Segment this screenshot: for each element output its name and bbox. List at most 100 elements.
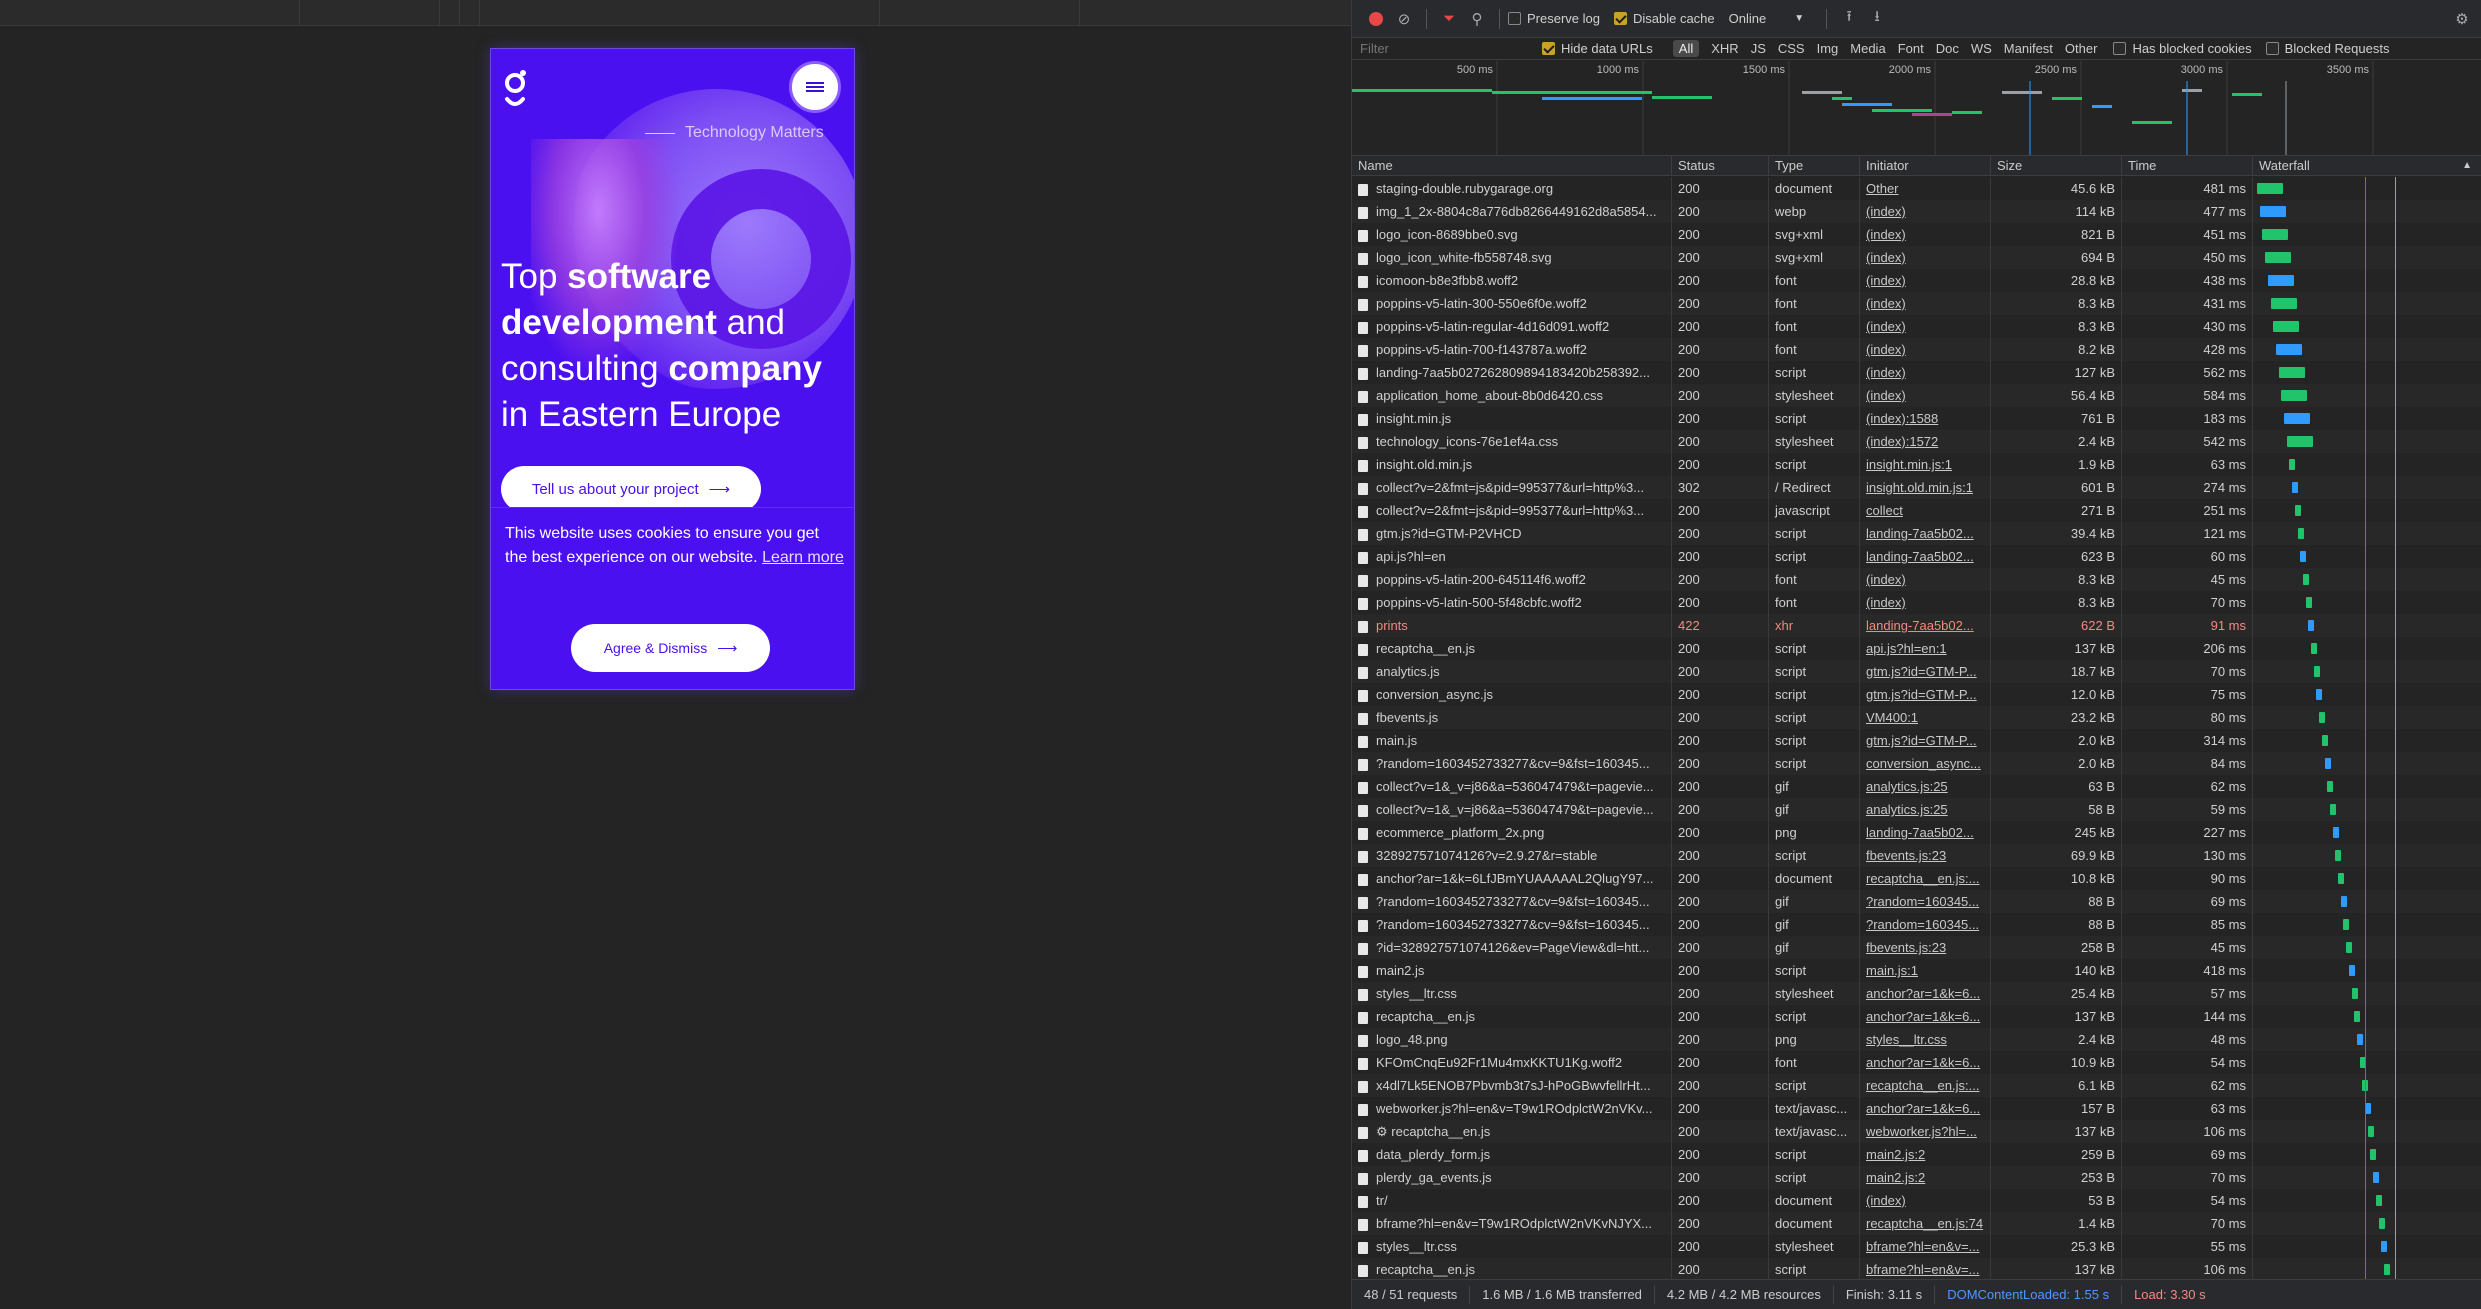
cell-initiator[interactable]: landing-7aa5b02...: [1860, 545, 1991, 568]
request-row[interactable]: application_home_about-8b0d6420.css 200st…: [1352, 384, 2481, 407]
cell-initiator[interactable]: analytics.js:25: [1860, 775, 1991, 798]
column-header-status[interactable]: Status: [1672, 156, 1769, 176]
filter-toggle-button[interactable]: ⏷: [1435, 7, 1463, 31]
cell-initiator[interactable]: (index): [1860, 246, 1991, 269]
cell-initiator[interactable]: recaptcha__en.js:...: [1860, 867, 1991, 890]
request-row[interactable]: ?id=328927571074126&ev=PageView&dl=htt..…: [1352, 936, 2481, 959]
request-row[interactable]: insight.old.min.js 200 script insight.min.j…: [1352, 453, 2481, 476]
column-header-initiator[interactable]: Initiator: [1860, 156, 1991, 176]
request-row[interactable]: landing-7aa5b027262809894183420b258392..…: [1352, 361, 2481, 384]
request-row[interactable]: recaptcha__en.js 200 script bframe?hl=en&v=…: [1352, 1258, 2481, 1279]
column-header-type[interactable]: Type: [1769, 156, 1860, 176]
request-row[interactable]: recaptcha__en.js 200 script api.js?hl=en:1 1…: [1352, 637, 2481, 660]
cell-initiator[interactable]: webworker.js?hl=...: [1860, 1120, 1991, 1143]
cell-initiator[interactable]: (index): [1860, 315, 1991, 338]
column-header-name[interactable]: Name: [1352, 156, 1672, 176]
cell-initiator[interactable]: (index): [1860, 361, 1991, 384]
cell-initiator[interactable]: ?random=160345...: [1860, 890, 1991, 913]
request-row[interactable]: analytics.js 200 script gtm.js?id=GTM-P... 1…: [1352, 660, 2481, 683]
cell-initiator[interactable]: (index): [1860, 591, 1991, 614]
cell-initiator[interactable]: (index): [1860, 568, 1991, 591]
cell-initiator[interactable]: Other: [1860, 177, 1991, 200]
request-row[interactable]: bframe?hl=en&v=T9w1ROdplctW2nVKvNJYX... 2…: [1352, 1212, 2481, 1235]
cell-initiator[interactable]: recaptcha__en.js:74: [1860, 1212, 1991, 1235]
cell-initiator[interactable]: api.js?hl=en:1: [1860, 637, 1991, 660]
column-header-size[interactable]: Size: [1991, 156, 2122, 176]
request-row[interactable]: recaptcha__en.js 200 script anchor?ar=1&k=6…: [1352, 1005, 2481, 1028]
request-row[interactable]: data_plerdy_form.js 200 script main2.js:2 25…: [1352, 1143, 2481, 1166]
request-row[interactable]: main.js 200 script gtm.js?id=GTM-P... 2.0 kB…: [1352, 729, 2481, 752]
preserve-log-checkbox[interactable]: Preserve log: [1508, 11, 1600, 26]
cell-initiator[interactable]: ?random=160345...: [1860, 913, 1991, 936]
request-row[interactable]: plerdy_ga_events.js 200 script main2.js:2 25…: [1352, 1166, 2481, 1189]
request-row[interactable]: styles__ltr.css 200 stylesheet bframe?hl=en…: [1352, 1235, 2481, 1258]
request-row[interactable]: 328927571074126?v=2.9.27&r=stable 200 scri…: [1352, 844, 2481, 867]
request-row[interactable]: KFOmCnqEu92Fr1Mu4mxKKTU1Kg.woff2 200 font a…: [1352, 1051, 2481, 1074]
cell-initiator[interactable]: gtm.js?id=GTM-P...: [1860, 683, 1991, 706]
request-row[interactable]: staging-double.rubygarage.org 200 document…: [1352, 177, 2481, 200]
request-row[interactable]: logo_icon_white-fb558748.svg 200 svg+xml (i…: [1352, 246, 2481, 269]
import-har-button[interactable]: ⭱: [1835, 7, 1863, 31]
cell-initiator[interactable]: fbevents.js:23: [1860, 936, 1991, 959]
cell-initiator[interactable]: styles__ltr.css: [1860, 1028, 1991, 1051]
has-blocked-cookies-checkbox[interactable]: Has blocked cookies: [2113, 41, 2252, 56]
request-row[interactable]: logo_icon-8689bbe0.svg 200 svg+xml (index) 8…: [1352, 223, 2481, 246]
type-filter-other[interactable]: Other: [2065, 41, 2098, 56]
request-row[interactable]: ?random=1603452733277&cv=9&fst=160345...…: [1352, 752, 2481, 775]
request-row[interactable]: logo_48.png 200 png styles__ltr.css 2.4 kB 48…: [1352, 1028, 2481, 1051]
cell-initiator[interactable]: recaptcha__en.js:...: [1860, 1074, 1991, 1097]
column-header-time[interactable]: Time: [2122, 156, 2253, 176]
request-row[interactable]: ecommerce_platform_2x.png 200 png landing-7…: [1352, 821, 2481, 844]
disable-cache-checkbox[interactable]: Disable cache: [1613, 11, 1715, 26]
cell-initiator[interactable]: (index): [1860, 384, 1991, 407]
request-row[interactable]: collect?v=2&fmt=js&pid=995377&url=http%3…: [1352, 499, 2481, 522]
cell-initiator[interactable]: (index): [1860, 223, 1991, 246]
cell-initiator[interactable]: analytics.js:25: [1860, 798, 1991, 821]
cell-initiator[interactable]: (index): [1860, 292, 1991, 315]
request-row[interactable]: collect?v=1&_v=j86&a=536047479&t=pagevie…: [1352, 798, 2481, 821]
request-row[interactable]: collect?v=1&_v=j86&a=536047479&t=pagevie…: [1352, 775, 2481, 798]
cell-initiator[interactable]: VM400:1: [1860, 706, 1991, 729]
type-filter-js[interactable]: JS: [1751, 41, 1766, 56]
clear-button[interactable]: ⊘: [1390, 7, 1418, 31]
cell-initiator[interactable]: bframe?hl=en&v=...: [1860, 1258, 1991, 1279]
blocked-requests-checkbox[interactable]: Blocked Requests: [2265, 41, 2389, 56]
request-row[interactable]: poppins-v5-latin-700-f143787a.woff2 200 fo…: [1352, 338, 2481, 361]
type-filter-img[interactable]: Img: [1817, 41, 1839, 56]
type-filter-font[interactable]: Font: [1898, 41, 1924, 56]
hamburger-menu-button[interactable]: [789, 61, 841, 113]
cell-initiator[interactable]: (index):1588: [1860, 407, 1991, 430]
cell-initiator[interactable]: collect: [1860, 499, 1991, 522]
filter-input[interactable]: [1352, 38, 1532, 59]
hide-data-urls-checkbox[interactable]: Hide data URLs: [1542, 41, 1653, 56]
cell-initiator[interactable]: (index): [1860, 1189, 1991, 1212]
request-row[interactable]: conversion_async.js 200 script gtm.js?id=GT…: [1352, 683, 2481, 706]
cell-initiator[interactable]: landing-7aa5b02...: [1860, 614, 1991, 637]
settings-button[interactable]: ⚙: [2448, 7, 2476, 31]
request-row[interactable]: collect?v=2&fmt=js&pid=995377&url=http%3…: [1352, 476, 2481, 499]
request-row[interactable]: poppins-v5-latin-regular-4d16d091.woff2 2…: [1352, 315, 2481, 338]
export-har-button[interactable]: ⭳: [1863, 7, 1891, 31]
type-filter-xhr[interactable]: XHR: [1711, 41, 1738, 56]
request-row[interactable]: poppins-v5-latin-300-550e6f0e.woff2 200 fo…: [1352, 292, 2481, 315]
request-row[interactable]: icomoon-b8e3fbb8.woff2 200 font (index) 28.8…: [1352, 269, 2481, 292]
agree-dismiss-button[interactable]: Agree & Dismiss ⟶: [571, 624, 770, 672]
cell-initiator[interactable]: gtm.js?id=GTM-P...: [1860, 660, 1991, 683]
type-filter-media[interactable]: Media: [1850, 41, 1885, 56]
throttling-select[interactable]: Online ▼: [1729, 11, 1804, 26]
type-filter-manifest[interactable]: Manifest: [2004, 41, 2053, 56]
request-row[interactable]: technology_icons-76e1ef4a.css 200 styleshe…: [1352, 430, 2481, 453]
request-row[interactable]: api.js?hl=en 200 script landing-7aa5b02... 6…: [1352, 545, 2481, 568]
request-row[interactable]: anchor?ar=1&k=6LfJBmYUAAAAAL2QlugY97... 2…: [1352, 867, 2481, 890]
cell-initiator[interactable]: (index):1572: [1860, 430, 1991, 453]
request-row[interactable]: styles__ltr.css 200 stylesheet anchor?ar=1&…: [1352, 982, 2481, 1005]
request-row[interactable]: ?random=1603452733277&cv=9&fst=160345...…: [1352, 913, 2481, 936]
cell-initiator[interactable]: bframe?hl=en&v=...: [1860, 1235, 1991, 1258]
type-filter-all[interactable]: All: [1672, 40, 1700, 57]
cell-initiator[interactable]: insight.min.js:1: [1860, 453, 1991, 476]
cell-initiator[interactable]: anchor?ar=1&k=6...: [1860, 982, 1991, 1005]
cell-initiator[interactable]: (index): [1860, 200, 1991, 223]
cell-initiator[interactable]: main.js:1: [1860, 959, 1991, 982]
request-row[interactable]: img_1_2x-8804c8a776db8266449162d8a5854..…: [1352, 200, 2481, 223]
cell-initiator[interactable]: anchor?ar=1&k=6...: [1860, 1051, 1991, 1074]
